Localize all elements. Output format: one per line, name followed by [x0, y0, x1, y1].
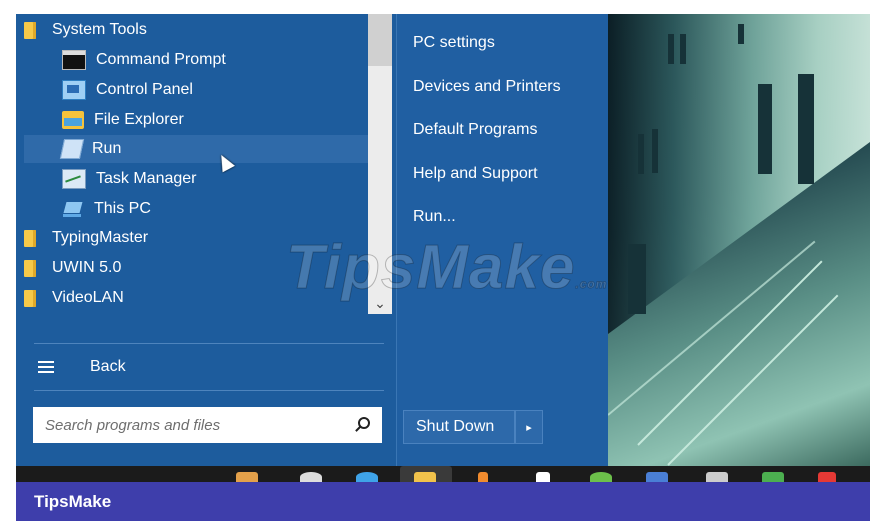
program-label: Task Manager [96, 170, 197, 187]
brand-bar: TipsMake [16, 482, 870, 521]
file-explorer-icon [62, 111, 84, 129]
taskbar-app-icon[interactable] [478, 472, 488, 482]
back-button[interactable]: Back [34, 352, 374, 382]
start-menu-screenshot: System Tools Command Prompt Control Pane… [16, 14, 870, 466]
program-label: Run [92, 140, 122, 157]
program-label: System Tools [52, 21, 147, 38]
scrollbar-thumb[interactable] [368, 14, 392, 66]
search-icon[interactable] [354, 417, 370, 433]
taskbar-app-icon[interactable] [818, 472, 836, 482]
program-label: This PC [94, 200, 151, 217]
folder-icon [24, 289, 36, 307]
link-run[interactable]: Run... [413, 205, 456, 229]
task-manager-icon [62, 169, 86, 189]
program-label: UWIN 5.0 [52, 259, 122, 276]
taskbar [16, 466, 870, 482]
program-file-explorer[interactable]: File Explorer [24, 106, 368, 134]
watermark: TipsMake.com [285, 233, 608, 303]
search-box[interactable] [33, 407, 382, 443]
taskbar-app-icon[interactable] [762, 472, 784, 482]
taskbar-app-icon[interactable] [414, 472, 436, 482]
program-label: File Explorer [94, 111, 184, 128]
divider [34, 343, 384, 344]
taskbar-app-icon[interactable] [300, 472, 322, 482]
program-command-prompt[interactable]: Command Prompt [24, 46, 368, 74]
run-icon [59, 139, 85, 159]
folder-icon [24, 229, 36, 247]
brand-label: TipsMake [34, 492, 112, 511]
folder-system-tools[interactable]: System Tools [24, 16, 368, 44]
program-task-manager[interactable]: Task Manager [24, 165, 368, 193]
taskbar-app-icon[interactable] [236, 472, 258, 482]
program-this-pc[interactable]: This PC [24, 195, 368, 223]
chevron-right-icon: ▸ [526, 421, 532, 434]
list-icon [38, 361, 54, 373]
control-panel-icon [62, 80, 86, 100]
taskbar-app-icon[interactable] [590, 472, 612, 482]
folder-icon [24, 259, 36, 277]
link-default-programs[interactable]: Default Programs [413, 118, 538, 142]
link-devices-and-printers[interactable]: Devices and Printers [413, 75, 561, 99]
search-input[interactable] [43, 409, 354, 441]
building-shape [608, 14, 870, 334]
back-label: Back [90, 358, 126, 375]
shut-down-button[interactable]: Shut Down [403, 410, 515, 444]
taskbar-app-icon[interactable] [706, 472, 728, 482]
program-label: TypingMaster [52, 229, 149, 246]
program-label: Command Prompt [96, 51, 226, 68]
program-label: Control Panel [96, 81, 193, 98]
background-photo [608, 14, 870, 466]
taskbar-app-icon[interactable] [356, 472, 378, 482]
taskbar-app-icon[interactable] [536, 472, 550, 482]
program-run[interactable]: Run [24, 135, 368, 163]
divider [34, 390, 384, 391]
link-pc-settings[interactable]: PC settings [413, 31, 495, 55]
this-pc-icon [62, 200, 84, 218]
program-control-panel[interactable]: Control Panel [24, 76, 368, 104]
folder-icon [24, 21, 36, 39]
taskbar-app-icon[interactable] [646, 472, 668, 482]
command-prompt-icon [62, 50, 86, 70]
program-label: VideoLAN [52, 289, 124, 306]
link-help-and-support[interactable]: Help and Support [413, 162, 538, 186]
shut-down-options-button[interactable]: ▸ [515, 410, 543, 444]
